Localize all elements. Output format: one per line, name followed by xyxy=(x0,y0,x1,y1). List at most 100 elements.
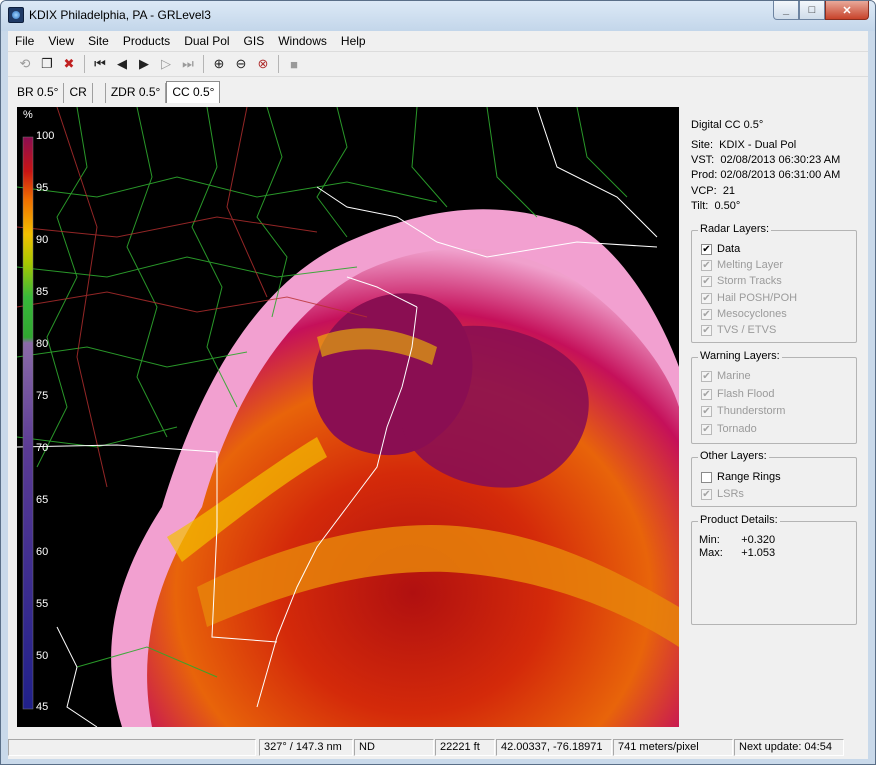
legend-tick: 70 xyxy=(36,442,49,454)
legend-color-bar xyxy=(22,136,34,710)
vst-label: VST: xyxy=(691,154,715,166)
vcp-label: VCP: xyxy=(691,185,717,197)
product-tabs: BR 0.5° CR ZDR 0.5° CC 0.5° xyxy=(8,79,868,103)
grlevel3-app-icon[interactable] xyxy=(8,7,24,23)
next-frame-icon[interactable]: ▷ xyxy=(155,53,177,75)
checkbox-icon: ✔ xyxy=(701,259,712,271)
max-label: Max: xyxy=(699,547,723,559)
info-panel: Digital CC 0.5° Site: KDIX - Dual Pol VS… xyxy=(688,113,858,673)
checkbox-icon: ✔ xyxy=(701,370,712,382)
prod-label: Prod: xyxy=(691,169,718,181)
legend-tick: 45 xyxy=(36,701,49,713)
tilt-value: 0.50° xyxy=(714,200,741,212)
status-value: ND xyxy=(354,739,434,756)
layer-tvs-etvs: ✔ TVS / ETVS xyxy=(701,324,777,336)
legend-tick: 55 xyxy=(36,598,49,610)
menu-dual-pol[interactable]: Dual Pol xyxy=(177,31,236,51)
tab-zdr[interactable]: ZDR 0.5° xyxy=(104,83,167,103)
layer-thunderstorm: ✔ Thunderstorm xyxy=(701,405,786,417)
tab-cr[interactable]: CR xyxy=(64,83,93,103)
site-value: KDIX - Dual Pol xyxy=(719,139,797,151)
status-next-update: Next update: 04:54 xyxy=(734,739,844,756)
menu-products[interactable]: Products xyxy=(116,31,177,51)
checkbox-icon[interactable]: ✔ xyxy=(701,243,712,255)
checkbox-icon: ✔ xyxy=(701,324,712,336)
copy-icon[interactable]: ❐ xyxy=(36,53,58,75)
legend-unit: % xyxy=(23,109,33,121)
menu-view[interactable]: View xyxy=(41,31,81,51)
play-icon[interactable]: ▶ xyxy=(133,53,155,75)
first-frame-icon[interactable]: ⏮ xyxy=(89,53,111,75)
status-latlon: 42.00337, -76.18971 xyxy=(496,739,612,756)
prod-row: Prod: 02/08/2013 06:31:00 AM xyxy=(691,169,840,181)
layer-data[interactable]: ✔ Data xyxy=(701,243,740,255)
legend-tick: 90 xyxy=(36,234,49,246)
layer-tornado: ✔ Tornado xyxy=(701,423,757,435)
other-layers-title: Other Layers: xyxy=(698,450,769,462)
other-layers-group: Other Layers: Range Rings ✔ LSRs xyxy=(691,450,857,507)
layer-mesocyclones: ✔ Mesocyclones xyxy=(701,308,787,320)
zoom-in-icon[interactable]: ⊕ xyxy=(208,53,230,75)
close-button[interactable]: ✕ xyxy=(825,1,869,20)
maximize-button[interactable]: □ xyxy=(799,1,825,20)
layer-range-rings[interactable]: Range Rings xyxy=(701,471,781,483)
menu-bar: File View Site Products Dual Pol GIS Win… xyxy=(8,31,868,51)
radar-svg xyxy=(17,107,679,727)
vcp-value: 21 xyxy=(722,185,736,197)
status-resolution: 741 meters/pixel xyxy=(613,739,733,756)
legend-ticks: 100 95 90 85 80 75 70 65 60 55 50 45 xyxy=(36,107,66,727)
warning-layers-group: Warning Layers: ✔ Marine ✔ Flash Flood ✔ Th… xyxy=(691,350,857,444)
client-area: File View Site Products Dual Pol GIS Win… xyxy=(8,31,868,759)
status-height: 22221 ft xyxy=(435,739,495,756)
vst-row: VST: 02/08/2013 06:30:23 AM xyxy=(691,154,840,166)
checkbox-icon: ✔ xyxy=(701,423,712,435)
tab-br[interactable]: BR 0.5° xyxy=(12,83,65,103)
menu-file[interactable]: File xyxy=(8,31,41,51)
radar-layers-title: Radar Layers: xyxy=(698,223,772,235)
radar-map[interactable]: % 100 95 90 85 80 75 70 65 60 55 50 45 xyxy=(17,107,679,727)
legend-tick: 95 xyxy=(36,182,49,194)
toolbar-separator xyxy=(203,55,204,73)
status-blank xyxy=(8,739,256,756)
vst-value: 02/08/2013 06:30:23 AM xyxy=(720,154,841,166)
legend-tick: 50 xyxy=(36,650,49,662)
prev-frame-icon[interactable]: ◀ xyxy=(111,53,133,75)
menu-help[interactable]: Help xyxy=(334,31,373,51)
back-icon[interactable]: ⟲ xyxy=(14,53,36,75)
title-bar[interactable]: KDIX Philadelphia, PA - GRLevel3 _ □ ✕ xyxy=(1,1,875,31)
menu-windows[interactable]: Windows xyxy=(271,31,334,51)
legend-tick: 85 xyxy=(36,286,49,298)
stop-icon[interactable]: ■ xyxy=(283,53,305,75)
checkbox-icon[interactable] xyxy=(701,471,712,483)
zoom-out-icon[interactable]: ⊖ xyxy=(230,53,252,75)
delete-icon[interactable]: ✖ xyxy=(58,53,80,75)
max-row: Max: +1.053 xyxy=(699,547,775,559)
app-window: KDIX Philadelphia, PA - GRLevel3 _ □ ✕ F… xyxy=(0,0,876,765)
status-bearing-range: 327° / 147.3 nm xyxy=(259,739,353,756)
toolbar: ⟲ ❐ ✖ ⏮ ◀ ▶ ▷ ⏭ ⊕ ⊖ ⊗ ■ xyxy=(8,51,868,77)
legend-tick: 100 xyxy=(36,130,55,142)
legend-tick: 75 xyxy=(36,390,49,402)
last-frame-icon[interactable]: ⏭ xyxy=(177,53,199,75)
layer-marine: ✔ Marine xyxy=(701,370,751,382)
layer-hail-posh-poh: ✔ Hail POSH/POH xyxy=(701,292,798,304)
zoom-reset-icon[interactable]: ⊗ xyxy=(252,53,274,75)
product-name: Digital CC 0.5° xyxy=(691,119,764,131)
layer-lsrs: ✔ LSRs xyxy=(701,488,744,500)
tilt-label: Tilt: xyxy=(691,200,709,212)
checkbox-icon: ✔ xyxy=(701,388,712,400)
menu-site[interactable]: Site xyxy=(81,31,116,51)
minimize-button[interactable]: _ xyxy=(773,1,799,20)
menu-gis[interactable]: GIS xyxy=(237,31,272,51)
min-row: Min: +0.320 xyxy=(699,534,775,546)
legend-tick: 60 xyxy=(36,546,49,558)
product-details-title: Product Details: xyxy=(698,514,780,526)
layer-melting-layer: ✔ Melting Layer xyxy=(701,259,784,271)
legend-tick: 80 xyxy=(36,338,49,350)
status-bar: 327° / 147.3 nm ND 22221 ft 42.00337, -7… xyxy=(8,737,868,757)
tab-cc[interactable]: CC 0.5° xyxy=(166,81,221,103)
toolbar-separator xyxy=(278,55,279,73)
window-title: KDIX Philadelphia, PA - GRLevel3 xyxy=(29,8,211,22)
checkbox-icon: ✔ xyxy=(701,488,712,500)
site-label: Site: xyxy=(691,139,714,151)
